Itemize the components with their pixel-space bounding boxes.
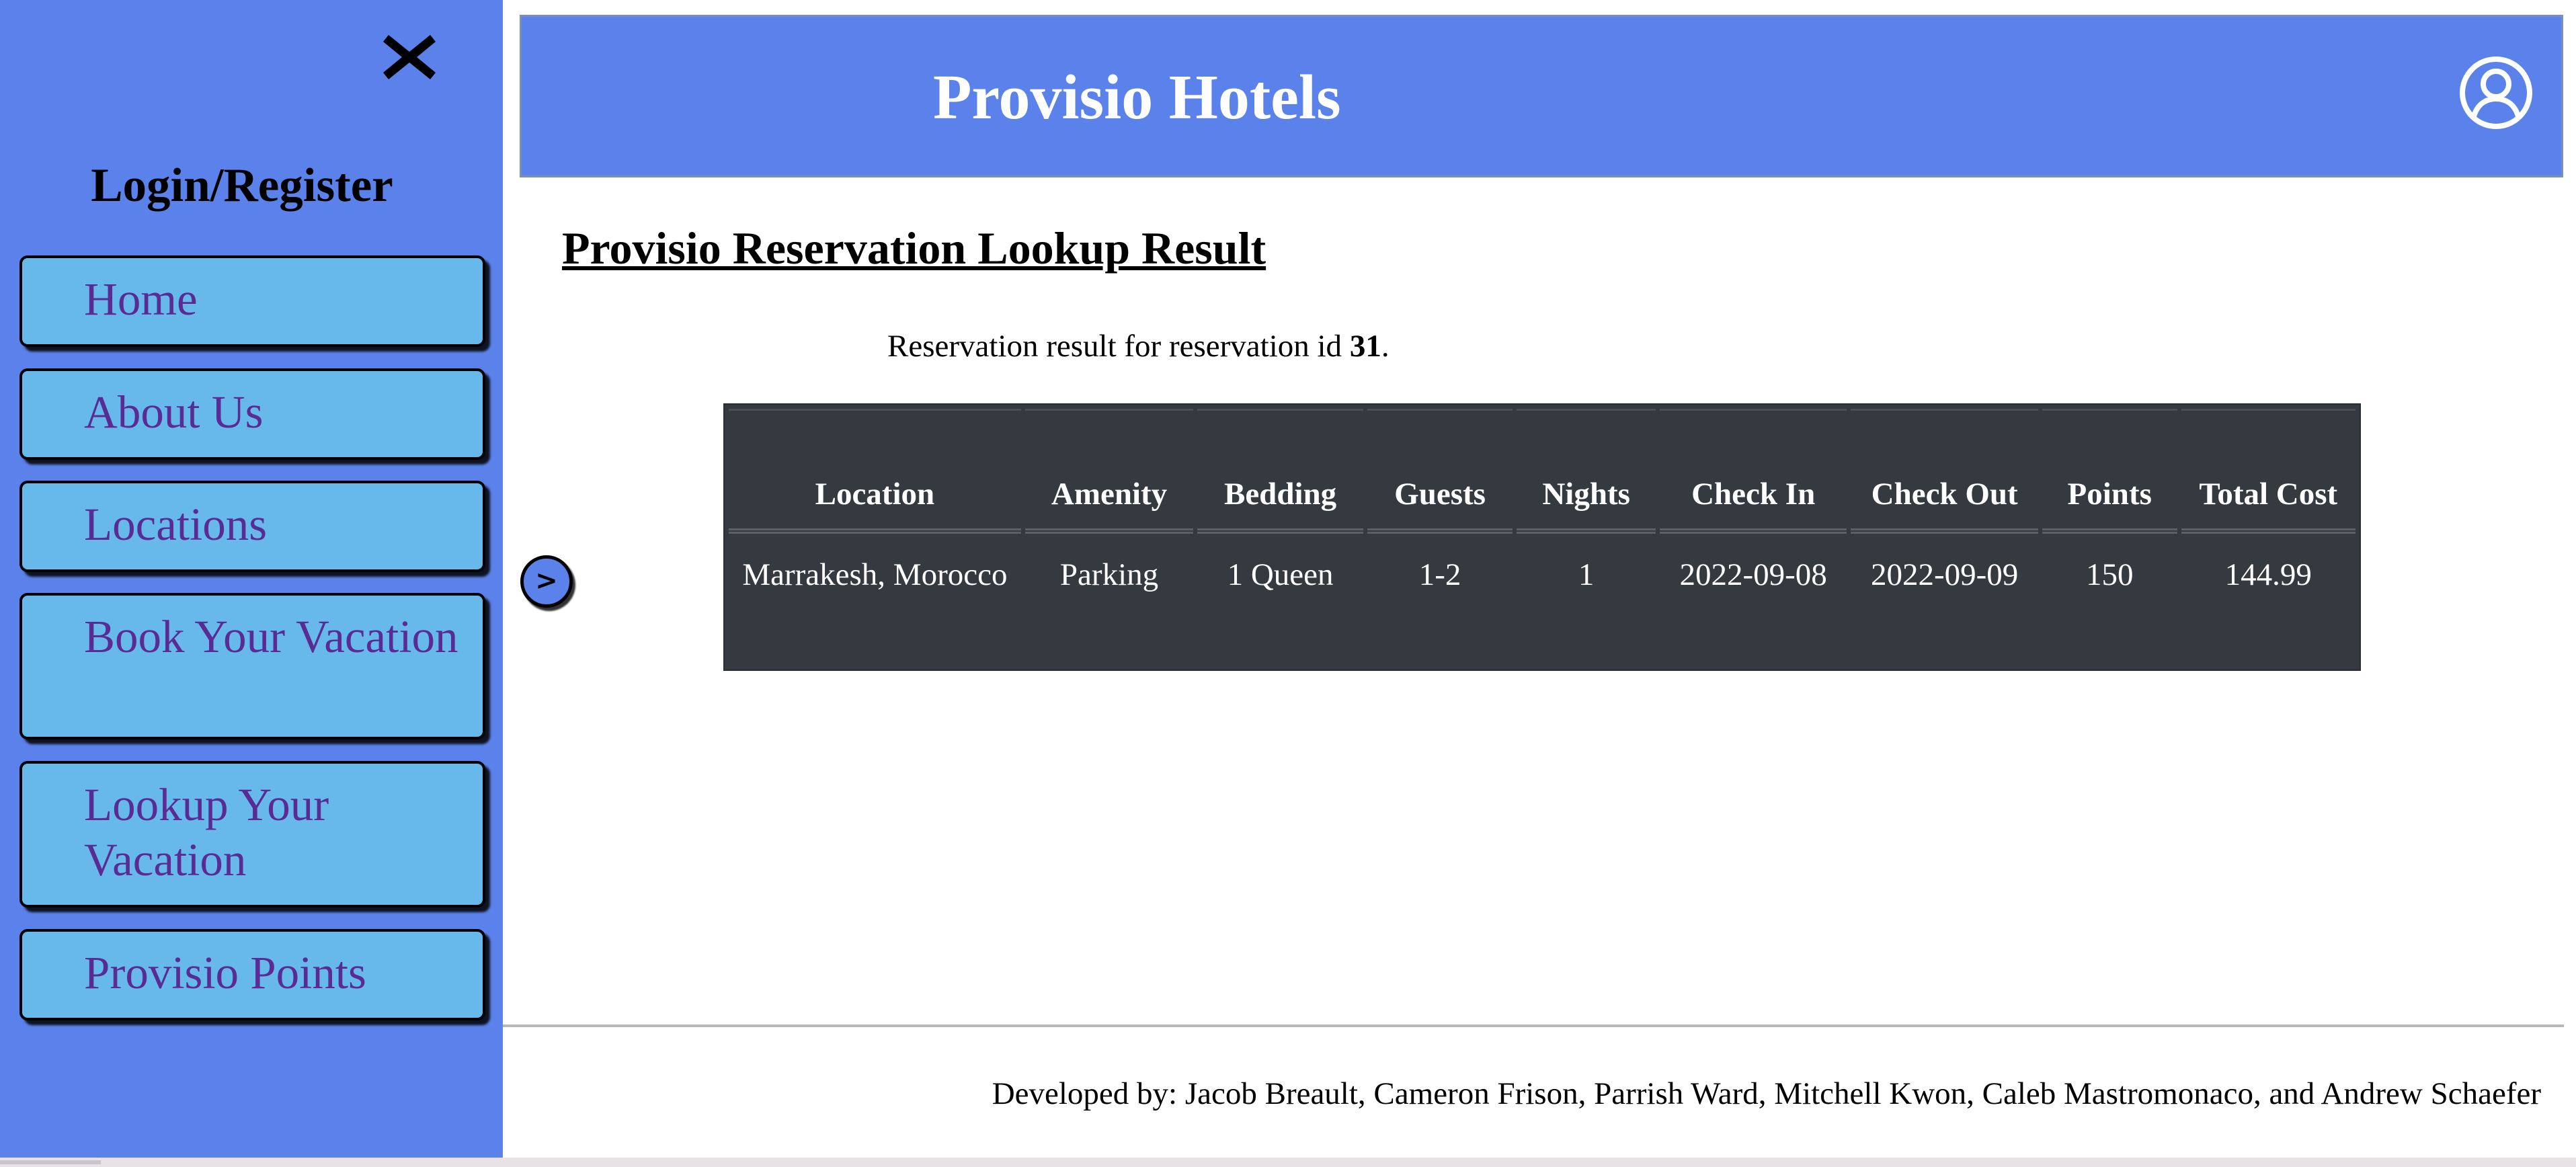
nav-lookup-vacation-button[interactable]: Lookup Your Vacation [19, 761, 485, 908]
sidebar: Login/Register Home About Us Locations B… [0, 0, 503, 1167]
footer-credits: Developed by: Jacob Breault, Cameron Fri… [992, 1076, 2541, 1111]
table-header-row: Location Amenity Bedding Guests Nights C… [729, 409, 2356, 534]
cell-check-in: 2022-09-08 [1679, 557, 1827, 592]
header-check-out: Check Out [1851, 409, 2038, 534]
reservation-table-container: Location Amenity Bedding Guests Nights C… [723, 403, 2361, 671]
header-location: Location [729, 409, 1021, 534]
horizontal-scrollbar-thumb[interactable] [0, 1160, 101, 1164]
expand-arrow-button[interactable]: > [520, 555, 573, 608]
cell-guests: 1-2 [1418, 557, 1461, 592]
header-amenity: Amenity [1024, 409, 1194, 534]
nav-about-us-button[interactable]: About Us [19, 368, 485, 460]
user-circle-icon [2460, 56, 2532, 129]
reservation-result-text: Reservation result for reservation id 31… [887, 328, 1390, 364]
user-account-button[interactable] [2458, 54, 2534, 131]
header-bedding: Bedding [1197, 409, 1363, 534]
nav-provisio-points-button[interactable]: Provisio Points [19, 929, 485, 1020]
nav-locations-button[interactable]: Locations [19, 481, 485, 572]
cell-bedding: 1 Queen [1227, 557, 1334, 592]
reservation-table: Location Amenity Bedding Guests Nights C… [725, 405, 2360, 670]
header-total-cost: Total Cost [2181, 409, 2356, 534]
page-heading: Provisio Reservation Lookup Result [562, 223, 1266, 274]
cell-check-out: 2022-09-09 [1870, 557, 2019, 592]
cell-points: 150 [2085, 557, 2134, 592]
nav-home-button[interactable]: Home [19, 255, 485, 347]
table-row: Marrakesh, Morocco Parking 1 Queen 1-2 1… [729, 538, 2356, 666]
site-header: Provisio Hotels [520, 15, 2563, 177]
cell-total-cost: 144.99 [2224, 557, 2312, 592]
header-points: Points [2042, 409, 2177, 534]
header-check-in: Check In [1659, 409, 1847, 534]
header-guests: Guests [1367, 409, 1513, 534]
cell-nights: 1 [1578, 557, 1595, 592]
horizontal-scrollbar[interactable] [0, 1158, 2576, 1167]
reservation-id: 31 [1349, 329, 1381, 364]
footer-divider [503, 1024, 2564, 1027]
result-prefix: Reservation result for reservation id [887, 329, 1350, 364]
cell-location: Marrakesh, Morocco [742, 557, 1008, 592]
login-register-link[interactable]: Login/Register [0, 159, 484, 213]
close-x-icon [383, 35, 436, 79]
close-sidebar-button[interactable] [380, 31, 438, 83]
cell-amenity: Parking [1059, 557, 1159, 592]
nav-book-vacation-button[interactable]: Book Your Vacation [19, 593, 485, 739]
header-nights: Nights [1517, 409, 1656, 534]
result-suffix: . [1381, 329, 1390, 364]
site-title: Provisio Hotels [933, 63, 1341, 132]
